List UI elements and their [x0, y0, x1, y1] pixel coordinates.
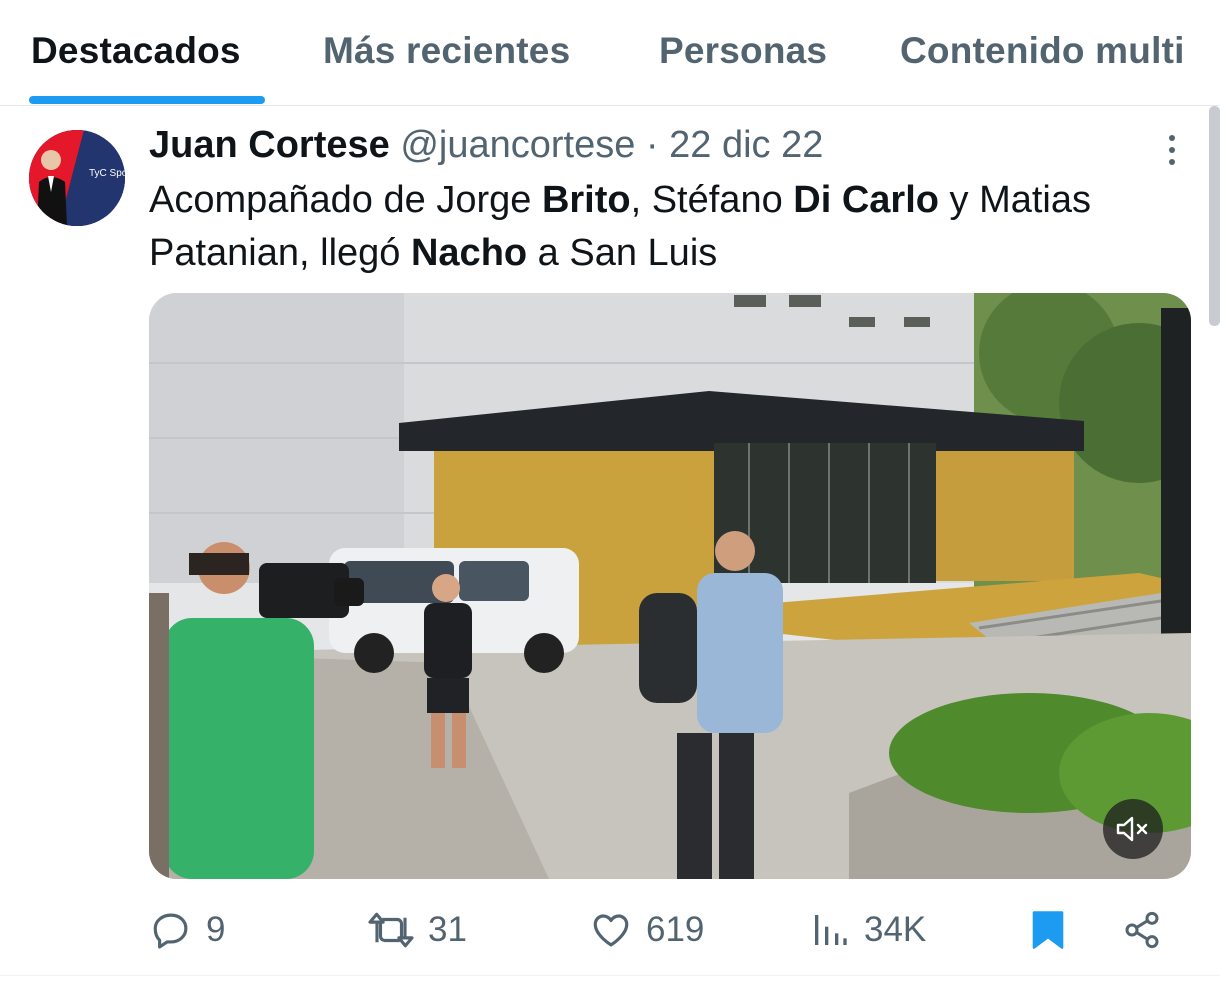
tab-contenido-multimedia[interactable]: Contenido multi — [900, 30, 1185, 72]
scrollbar[interactable] — [1209, 106, 1220, 326]
share-icon — [1125, 911, 1159, 949]
reply-count: 9 — [206, 910, 226, 949]
tab-destacados[interactable]: Destacados — [31, 30, 241, 72]
text-bold: Di Carlo — [793, 179, 939, 221]
bookmark-icon — [1032, 911, 1064, 949]
header-separator: · — [645, 124, 659, 166]
reply-icon — [153, 913, 188, 949]
reply-button[interactable]: 9 — [150, 900, 225, 960]
share-button[interactable] — [1122, 900, 1162, 960]
bookmark-button[interactable] — [1030, 900, 1066, 960]
text-bold: Nacho — [410, 232, 528, 274]
like-count: 619 — [646, 910, 705, 949]
retweet-button[interactable]: 31 — [368, 900, 467, 960]
tab-mas-recientes[interactable]: Más recientes — [323, 30, 570, 72]
divider — [0, 975, 1220, 976]
text-bold: Brito — [541, 179, 631, 221]
tweet-text: Acompañado de Jorge Brito, Stéfano Di Ca… — [149, 174, 1179, 280]
retweet-count: 31 — [428, 910, 467, 949]
like-button[interactable]: 619 — [590, 900, 704, 960]
more-vertical-icon[interactable] — [1158, 130, 1186, 170]
avatar-badge-text: TyC Sports — [89, 168, 125, 179]
text-part: a San Luis — [527, 232, 718, 274]
tweet-date[interactable]: 22 dic 22 — [669, 124, 823, 166]
mute-icon — [1116, 816, 1148, 842]
active-tab-indicator — [29, 96, 265, 104]
tweet-actions: 9 31 619 34K — [0, 900, 1220, 960]
author-name[interactable]: Juan Cortese — [149, 124, 390, 166]
heart-icon — [593, 914, 629, 947]
avatar[interactable]: TyC Sports — [29, 130, 125, 226]
author-handle[interactable]: @juancortese — [400, 124, 635, 166]
mute-button[interactable] — [1103, 799, 1163, 859]
text-part: Acompañado de Jorge — [149, 179, 542, 221]
views-button[interactable]: 34K — [810, 900, 926, 960]
views-count: 34K — [864, 910, 927, 949]
tweet-video[interactable] — [149, 293, 1191, 879]
search-tabs: Destacados Más recientes Personas Conten… — [0, 0, 1220, 106]
text-part: , Stéfano — [630, 179, 794, 221]
tweet-header: Juan Cortese @juancortese · 22 dic 22 — [149, 122, 823, 168]
retweet-icon — [368, 912, 414, 948]
views-icon — [815, 915, 847, 945]
tab-personas[interactable]: Personas — [659, 30, 827, 72]
